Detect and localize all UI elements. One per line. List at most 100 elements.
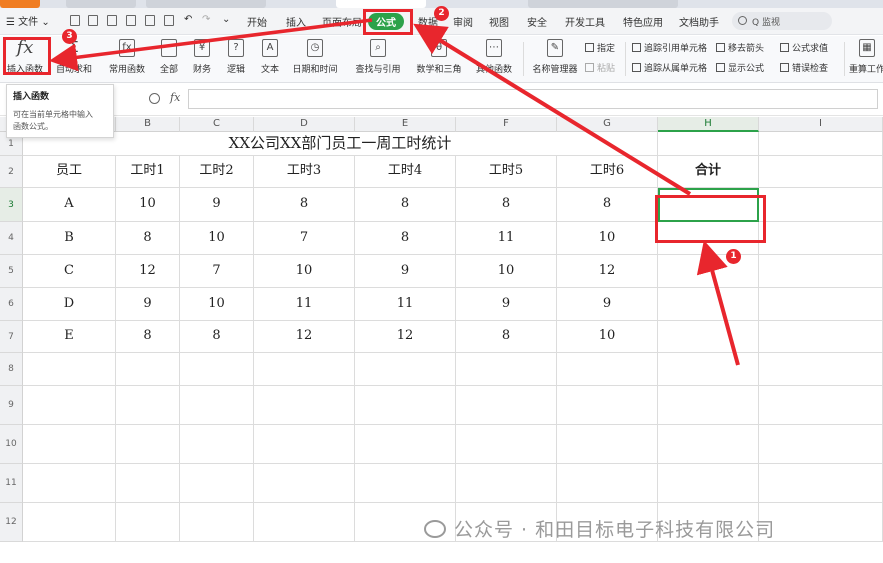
cell-i8[interactable] [759,353,883,386]
print-icon[interactable] [145,15,155,26]
cell-c3[interactable]: 9 [180,188,254,222]
cell-b12[interactable] [116,503,180,542]
row-header-10[interactable]: 10 [0,425,23,464]
open-folder-icon[interactable] [88,15,98,26]
other-functions-button[interactable]: ⋯ 其他函数 [471,38,517,80]
cell-d5[interactable]: 10 [254,255,355,288]
row-header-4[interactable]: 4 [0,222,23,255]
cell-d2[interactable]: 工时3 [254,156,355,188]
formula-input[interactable] [188,89,878,109]
autosum-button[interactable]: Σ 自动求和 [52,38,96,80]
cell-e4[interactable]: 8 [355,222,456,255]
cell-d7[interactable]: 12 [254,321,355,353]
cell-i5[interactable] [759,255,883,288]
cell-h1[interactable] [658,132,759,156]
cell-h6[interactable] [658,288,759,321]
remove-arrows-button[interactable]: 移去箭头 [716,41,764,54]
cell-a3[interactable]: A [23,188,116,222]
cell-f2[interactable]: 工时5 [456,156,557,188]
logic-button[interactable]: ? 逻辑 [222,38,250,80]
doc-tab[interactable] [66,0,136,8]
cell-i4[interactable] [759,222,883,255]
row-header-6[interactable]: 6 [0,288,23,321]
cell-b11[interactable] [116,464,180,503]
cell-b5[interactable]: 12 [116,255,180,288]
cell-g2[interactable]: 工时6 [557,156,658,188]
cell-c9[interactable] [180,386,254,425]
cell-b2[interactable]: 工时1 [116,156,180,188]
cell-i6[interactable] [759,288,883,321]
row-header-12[interactable]: 12 [0,503,23,542]
cell-i11[interactable] [759,464,883,503]
cell-a12[interactable] [23,503,116,542]
cell-a5[interactable]: C [23,255,116,288]
cell-c5[interactable]: 7 [180,255,254,288]
fx-icon[interactable]: fx [170,91,180,104]
cell-d10[interactable] [254,425,355,464]
cell-a1[interactable]: XX公司XX部门员工一周工时统计 [23,132,658,156]
recalculate-button[interactable]: ▦ 重算工作 [848,38,883,80]
evaluate-formula-button[interactable]: 公式求值 [780,41,828,54]
cell-e6[interactable]: 11 [355,288,456,321]
paste-button[interactable]: 粘贴 [585,61,615,74]
cell-g3[interactable]: 8 [557,188,658,222]
cell-i3[interactable] [759,188,883,222]
cell-d12[interactable] [254,503,355,542]
show-formulas-button[interactable]: 显示公式 [716,61,764,74]
cell-e9[interactable] [355,386,456,425]
export-icon[interactable] [126,15,136,26]
cell-g8[interactable] [557,353,658,386]
cell-c6[interactable]: 10 [180,288,254,321]
cell-i2[interactable] [759,156,883,188]
cell-e3[interactable]: 8 [355,188,456,222]
cell-e10[interactable] [355,425,456,464]
cell-f7[interactable]: 8 [456,321,557,353]
tab-review[interactable]: 审阅 [453,14,473,29]
cell-d3[interactable]: 8 [254,188,355,222]
search-box[interactable]: Q 监视 [732,12,832,30]
column-header-c[interactable]: C [180,117,254,132]
column-header-b[interactable]: B [116,117,180,132]
cell-f6[interactable]: 9 [456,288,557,321]
tab-developer[interactable]: 开发工具 [565,14,605,29]
column-header-e[interactable]: E [355,117,456,132]
trace-dependents-button[interactable]: 追踪从属单元格 [632,61,707,74]
error-checking-button[interactable]: 错误检查 [780,61,828,74]
cell-b3[interactable]: 10 [116,188,180,222]
new-file-icon[interactable] [70,15,80,26]
row-header-8[interactable]: 8 [0,353,23,386]
finance-button[interactable]: ¥ 财务 [188,38,216,80]
cell-h5[interactable] [658,255,759,288]
doc-tab-active[interactable] [336,0,426,8]
specify-button[interactable]: 指定 [585,41,615,54]
row-header-5[interactable]: 5 [0,255,23,288]
tab-doc-assistant[interactable]: 文档助手 [679,14,719,29]
redo-icon[interactable]: ↷ [202,14,210,25]
cell-f8[interactable] [456,353,557,386]
cell-h10[interactable] [658,425,759,464]
tab-view[interactable]: 视图 [489,14,509,29]
cell-b8[interactable] [116,353,180,386]
cell-i7[interactable] [759,321,883,353]
tab-insert[interactable]: 插入 [286,14,306,29]
cell-g9[interactable] [557,386,658,425]
cell-h2[interactable]: 合计 [658,156,759,188]
undo-icon[interactable]: ↶ [184,14,192,25]
doc-tab[interactable] [146,0,266,8]
cell-d4[interactable]: 7 [254,222,355,255]
cell-g5[interactable]: 12 [557,255,658,288]
cell-i12[interactable] [759,503,883,542]
preview-icon[interactable] [164,15,174,26]
cell-a11[interactable] [23,464,116,503]
cell-g11[interactable] [557,464,658,503]
cell-a4[interactable]: B [23,222,116,255]
cell-e2[interactable]: 工时4 [355,156,456,188]
row-header-7[interactable]: 7 [0,321,23,353]
cell-b4[interactable]: 8 [116,222,180,255]
cell-d11[interactable] [254,464,355,503]
cell-f5[interactable]: 10 [456,255,557,288]
cell-c11[interactable] [180,464,254,503]
text-button[interactable]: A 文本 [256,38,284,80]
tab-special[interactable]: 特色应用 [623,14,663,29]
datetime-button[interactable]: ◷ 日期和时间 [290,38,340,80]
